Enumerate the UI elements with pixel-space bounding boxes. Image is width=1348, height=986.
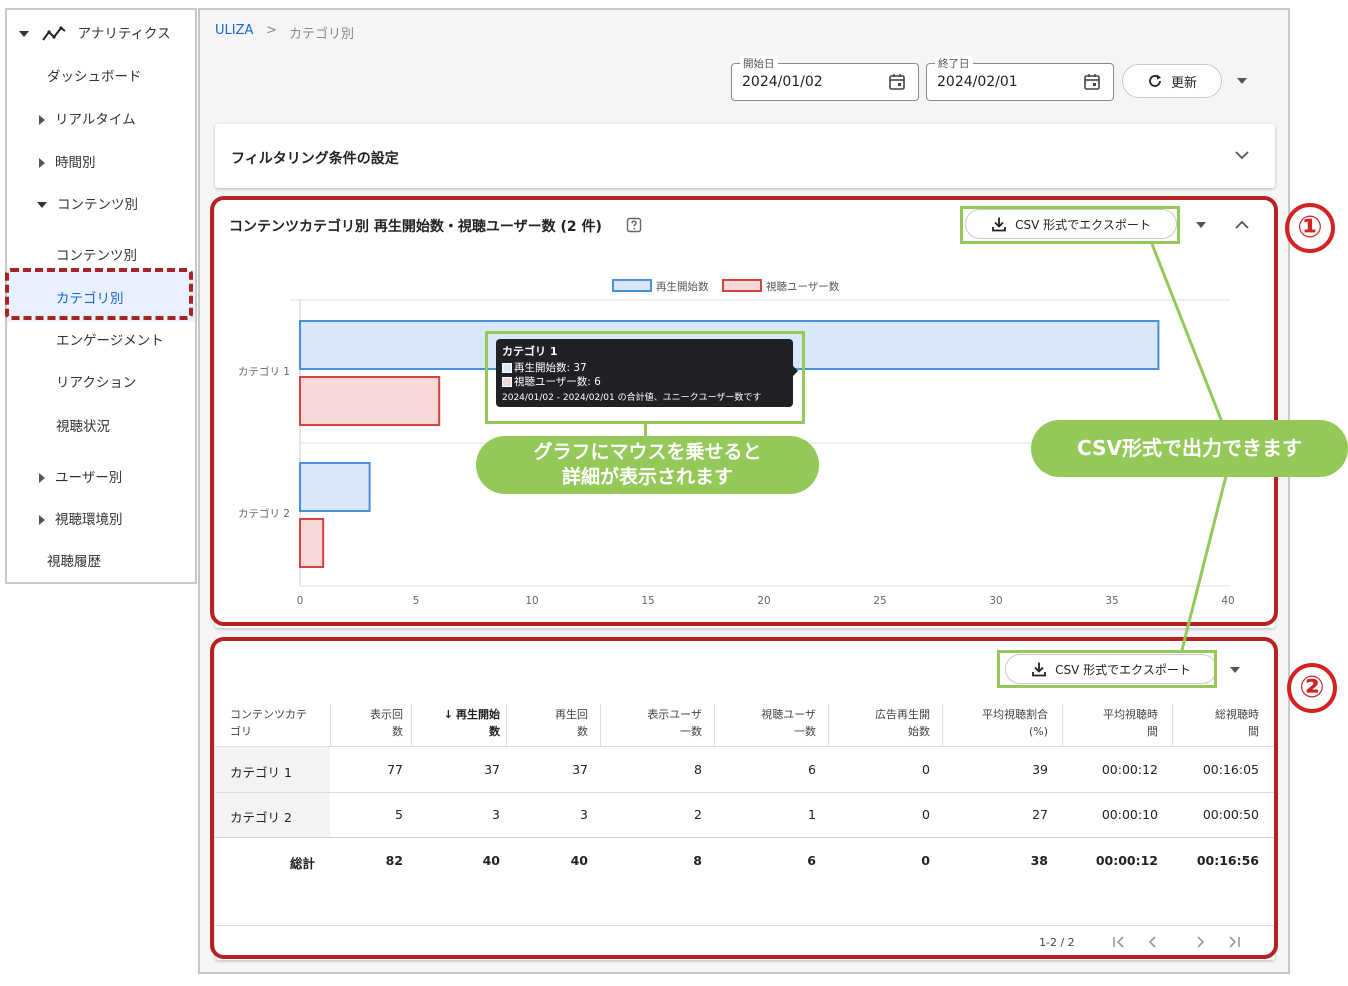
connector-line-bottom [1180,475,1228,651]
annotation-csv-callout: CSV形式で出力できます [1031,420,1348,477]
annotation-connectors [1150,243,1228,651]
connector-line-top [1150,243,1224,423]
